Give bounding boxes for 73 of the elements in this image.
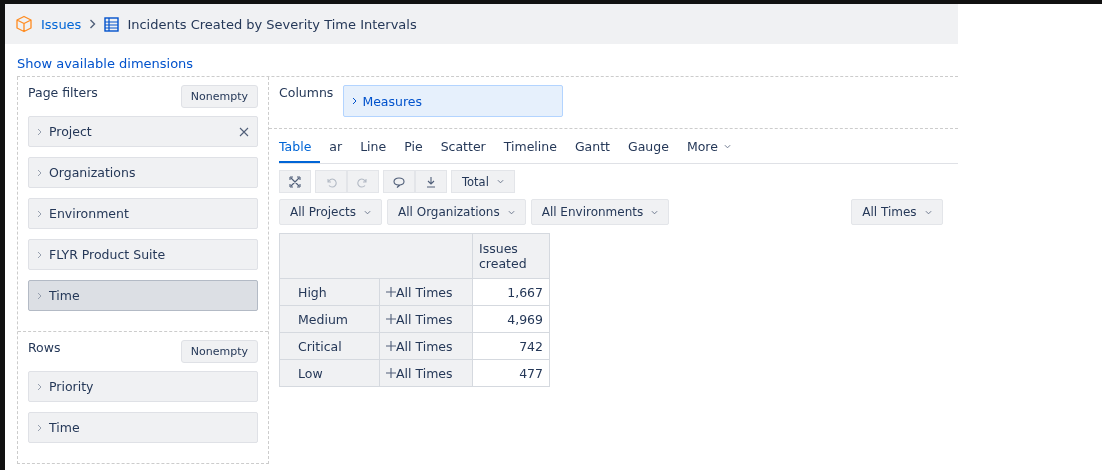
chevron-right-icon xyxy=(89,19,97,29)
plus-icon[interactable] xyxy=(386,313,396,324)
chevron-right-icon xyxy=(37,423,42,432)
value-cell: 477 xyxy=(472,359,550,387)
plus-icon[interactable] xyxy=(386,286,396,297)
chevron-right-icon xyxy=(37,209,42,218)
dimension-item[interactable]: Priority xyxy=(28,371,258,402)
cube-icon xyxy=(15,15,33,33)
chart-tab[interactable]: ar xyxy=(320,135,352,163)
value-cell: 4,969 xyxy=(472,305,550,333)
section-label: Page filters xyxy=(28,85,98,100)
chart-tab[interactable]: Timeline xyxy=(494,135,566,163)
expand-icon xyxy=(289,175,301,188)
row-header: Low xyxy=(279,359,380,387)
member-cell[interactable]: All Times xyxy=(379,332,473,360)
chevron-right-icon xyxy=(37,250,42,259)
filter-dropdown[interactable]: All Environments xyxy=(530,199,670,225)
value-cell: 1,667 xyxy=(472,278,550,306)
measures-item[interactable]: Measures xyxy=(343,85,564,117)
dimension-item[interactable]: Environment xyxy=(28,198,258,229)
chevron-icon xyxy=(723,143,731,150)
show-dimensions-link[interactable]: Show available dimensions xyxy=(17,56,194,71)
nonempty-button[interactable]: Nonempty xyxy=(180,340,258,363)
member-cell[interactable]: All Times xyxy=(379,278,473,306)
download-icon xyxy=(425,175,437,188)
export-button[interactable] xyxy=(415,170,447,193)
total-dropdown[interactable]: Total xyxy=(451,170,515,193)
row-header: High xyxy=(279,278,380,306)
chevron-icon xyxy=(364,208,371,216)
filter-dropdown[interactable]: All Organizations xyxy=(387,199,526,225)
chart-tab[interactable]: Line xyxy=(351,135,396,163)
close-icon[interactable] xyxy=(239,126,249,137)
chart-tab[interactable]: More xyxy=(677,135,740,163)
filter-dropdown[interactable]: All Times xyxy=(851,199,943,225)
chevron-right-icon xyxy=(37,291,42,300)
undo-icon xyxy=(325,175,337,188)
column-header: Issues created xyxy=(472,233,550,279)
chevron-icon xyxy=(651,208,659,216)
fullscreen-button[interactable] xyxy=(279,170,311,193)
chart-tab[interactable]: Gantt xyxy=(565,135,619,163)
table-icon xyxy=(104,16,120,32)
filter-dropdown[interactable]: All Projects xyxy=(279,199,382,225)
comment-button[interactable] xyxy=(383,170,415,193)
section-label: Rows xyxy=(28,340,61,355)
chart-tab[interactable]: Table xyxy=(279,135,321,163)
columns-label: Columns xyxy=(279,85,334,102)
redo-icon xyxy=(357,175,369,188)
dimension-item[interactable]: Project xyxy=(28,116,258,147)
report-title: Incidents Created by Severity Time Intervals xyxy=(127,16,417,32)
chevron-icon xyxy=(496,178,504,185)
dimension-item[interactable]: Organizations xyxy=(28,157,258,188)
chart-tab[interactable]: Pie xyxy=(395,135,432,163)
plus-icon[interactable] xyxy=(386,367,396,378)
dimension-item[interactable]: Time xyxy=(28,280,258,311)
dimension-item[interactable]: FLYR Product Suite xyxy=(28,239,258,270)
chevron-right-icon xyxy=(37,168,42,177)
nonempty-button[interactable]: Nonempty xyxy=(180,85,258,108)
chart-tab[interactable]: Gauge xyxy=(619,135,678,163)
breadcrumb-link[interactable]: Issues xyxy=(41,16,82,32)
member-cell[interactable]: All Times xyxy=(379,305,473,333)
chevron-icon xyxy=(507,208,515,216)
chevron-right-icon xyxy=(37,127,42,136)
chart-tab[interactable]: Scatter xyxy=(431,135,495,163)
row-header: Critical xyxy=(279,332,380,360)
chevron-right-icon xyxy=(37,382,42,391)
member-cell[interactable]: All Times xyxy=(379,359,473,387)
chevron-right-icon xyxy=(352,97,358,105)
chevron-icon xyxy=(924,208,932,216)
dimension-item[interactable]: Time xyxy=(28,412,258,443)
plus-icon[interactable] xyxy=(386,340,396,351)
row-header: Medium xyxy=(279,305,380,333)
value-cell: 742 xyxy=(472,332,550,360)
speech-bubble-icon xyxy=(393,175,405,188)
